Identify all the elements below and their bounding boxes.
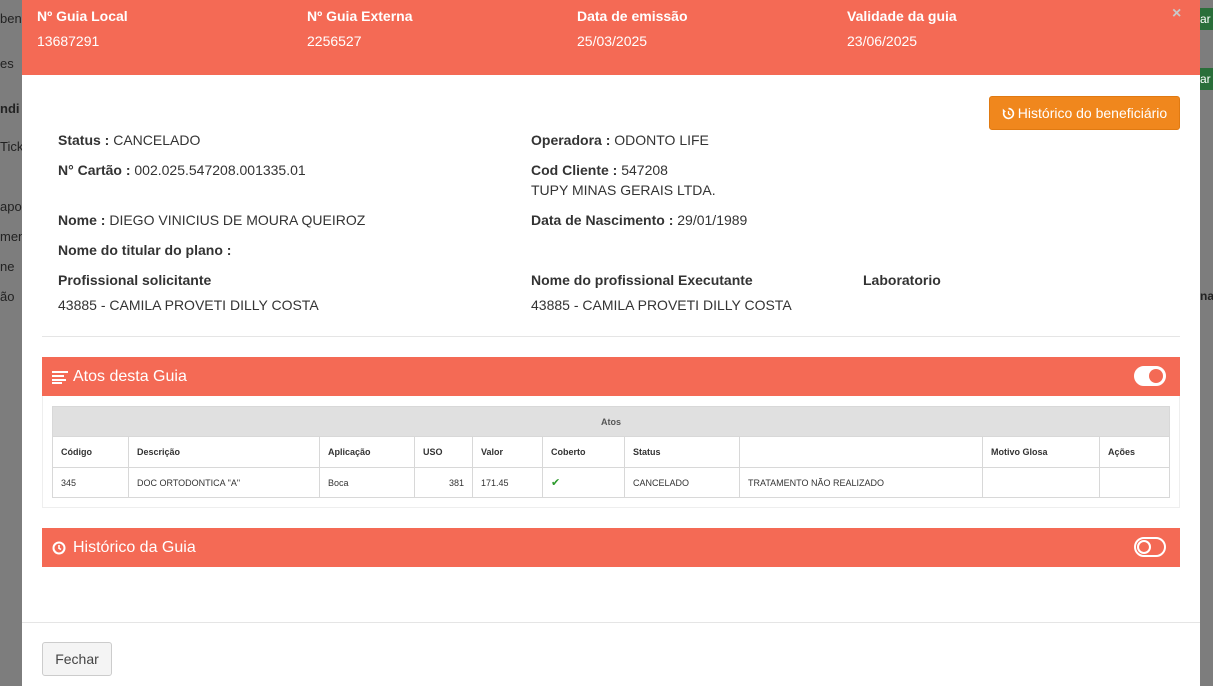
history-icon [1002, 107, 1014, 119]
column-header [739, 436, 983, 468]
cartao-value: 002.025.547208.001335.01 [134, 162, 306, 178]
header-label: Data de emissão [577, 8, 688, 24]
cell-valor: 171.45 [472, 467, 543, 498]
titular-label: Nome do titular do plano : [58, 242, 232, 258]
check-icon: ✔ [551, 477, 561, 489]
header-guia-local: Nº Guia Local 13687291 [37, 8, 128, 49]
historico-panel-header[interactable]: Histórico da Guia [42, 528, 1180, 567]
table-row: 345 DOC ORTODONTICA "A" Boca 381 171.45 … [52, 467, 1170, 498]
background-right-strip: ar ar na [1200, 0, 1213, 686]
cell-aplicacao: Boca [319, 467, 415, 498]
cell-uso: 381 [414, 467, 473, 498]
column-header: Descrição [128, 436, 320, 468]
column-header: Motivo Glosa [982, 436, 1100, 468]
executante-label: Nome do profissional Executante [531, 272, 753, 288]
cliente-nome: TUPY MINAS GERAIS LTDA. [531, 182, 716, 198]
header-value: 2256527 [307, 33, 362, 49]
bg-fragment: Ticke [0, 139, 22, 154]
column-header: Ações [1099, 436, 1170, 468]
cell-codigo: 345 [52, 467, 129, 498]
bg-fragment: ndi [0, 101, 20, 116]
modal-header: Nº Guia Local 13687291 Nº Guia Externa 2… [22, 0, 1200, 75]
nome-label: Nome : [58, 212, 106, 228]
header-value: 13687291 [37, 33, 100, 49]
cod-cliente-value: 547208 [621, 162, 668, 178]
cell-observacao: TRATAMENTO NÃO REALIZADO [739, 467, 983, 498]
header-label: Nº Guia Externa [307, 8, 413, 24]
atos-panel-toggle[interactable] [1134, 366, 1166, 386]
header-value: 23/06/2025 [847, 33, 918, 49]
cod-cliente-label: Cod Cliente : [531, 162, 618, 178]
operadora-value: ODONTO LIFE [614, 132, 709, 148]
executante-value: 43885 - CAMILA PROVETI DILLY COSTA [531, 297, 792, 313]
header-guia-externa: Nº Guia Externa 2256527 [307, 8, 412, 49]
nascimento-label: Data de Nascimento : [531, 212, 674, 228]
cod-cliente-field: Cod Cliente : 547208 [531, 161, 668, 179]
historico-beneficiario-label: Histórico do beneficiário [1017, 105, 1168, 121]
column-header: Código [52, 436, 129, 468]
atos-table-header: Código Descrição Aplicação USO Valor Cob… [52, 436, 1170, 468]
header-label: Validade da guia [847, 8, 957, 24]
bg-green-button: ar [1200, 8, 1213, 30]
nome-field: Nome : DIEGO VINICIUS DE MOURA QUEIROZ [58, 211, 365, 229]
fechar-button[interactable]: Fechar [42, 642, 112, 676]
column-header: USO [414, 436, 473, 468]
cartao-label: N° Cartão : [58, 162, 131, 178]
column-header: Valor [472, 436, 543, 468]
header-validade: Validade da guia 23/06/2025 [847, 8, 957, 49]
cell-coberto: ✔ [542, 467, 625, 498]
cell-descricao: DOC ORTODONTICA "A" [128, 467, 320, 498]
footer-divider [22, 622, 1200, 623]
operadora-field: Operadora : ODONTO LIFE [531, 131, 709, 149]
header-value: 25/03/2025 [577, 33, 648, 49]
historico-panel-toggle[interactable] [1134, 537, 1166, 557]
nascimento-field: Data de Nascimento : 29/01/1989 [531, 211, 747, 229]
status-field: Status : CANCELADO [58, 131, 200, 149]
bg-fragment: ão [0, 289, 15, 304]
divider [42, 336, 1180, 337]
column-header: Coberto [542, 436, 625, 468]
close-icon[interactable]: × [1172, 5, 1181, 23]
nome-value: DIEGO VINICIUS DE MOURA QUEIROZ [109, 212, 366, 228]
bg-fragment: ben [0, 11, 22, 26]
historico-beneficiario-button[interactable]: Histórico do beneficiário [989, 96, 1180, 130]
cell-motivo-glosa [982, 467, 1100, 498]
titular-field: Nome do titular do plano : [58, 241, 231, 259]
status-label: Status : [58, 132, 110, 148]
atos-table: Atos Código Descrição Aplicação USO Valo… [52, 406, 1170, 498]
solicitante-label: Profissional solicitante [58, 272, 212, 288]
guia-modal: Nº Guia Local 13687291 Nº Guia Externa 2… [22, 0, 1200, 686]
background-left-strip: ben es ndi Ticke apo men ne ão [0, 0, 22, 686]
header-label: Nº Guia Local [37, 8, 128, 24]
column-header: Status [624, 436, 740, 468]
cell-status: CANCELADO [624, 467, 740, 498]
bg-fragment: es [0, 56, 14, 71]
cartao-field: N° Cartão : 002.025.547208.001335.01 [58, 161, 306, 179]
list-icon [52, 370, 68, 384]
bg-green-button: ar [1200, 68, 1213, 90]
solicitante-value: 43885 - CAMILA PROVETI DILLY COSTA [58, 297, 319, 313]
bg-fragment: apo [0, 199, 22, 214]
atos-panel-title: Atos desta Guia [73, 367, 187, 385]
column-header: Aplicação [319, 436, 415, 468]
status-value: CANCELADO [113, 132, 201, 148]
bg-fragment: na [1200, 289, 1213, 303]
nascimento-value: 29/01/1989 [677, 212, 748, 228]
cell-acoes [1099, 467, 1170, 498]
laboratorio-label: Laboratorio [863, 272, 941, 288]
clock-icon [52, 541, 68, 555]
operadora-label: Operadora : [531, 132, 611, 148]
atos-panel-header[interactable]: Atos desta Guia [42, 357, 1180, 396]
atos-table-caption: Atos [52, 406, 1170, 437]
historico-panel-title: Histórico da Guia [73, 538, 196, 556]
header-data-emissao: Data de emissão 25/03/2025 [577, 8, 688, 49]
bg-fragment: men [0, 229, 22, 244]
bg-fragment: ne [0, 259, 15, 274]
